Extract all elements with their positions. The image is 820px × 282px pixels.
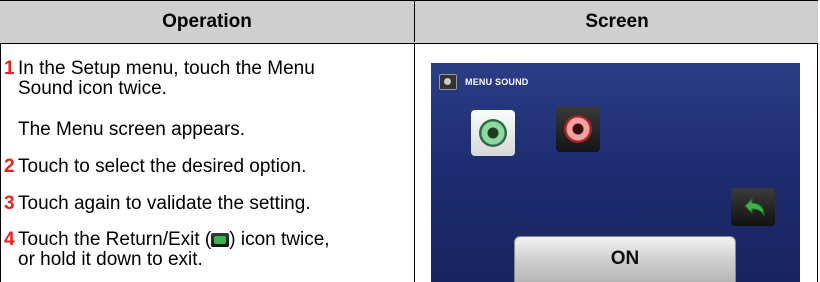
option-value-button[interactable]: ON xyxy=(514,236,736,282)
step-number: 4 xyxy=(4,229,15,250)
menu-sound-icon xyxy=(439,74,457,90)
step-text-part: ) icon twice, xyxy=(229,229,330,250)
step-text-line: The Menu screen appears. xyxy=(18,119,246,140)
step-3: 3 Touch again to validate the setting. xyxy=(4,193,403,214)
step-number: 2 xyxy=(4,156,15,177)
step-text-line: or hold it down to exit. xyxy=(18,249,203,270)
column-divider xyxy=(414,43,415,282)
step-note: The Menu screen appears. xyxy=(18,120,403,140)
speaker-on-icon[interactable] xyxy=(471,110,515,156)
step-text-line: Touch the Return/Exit ( ) icon twice, xyxy=(18,230,403,250)
header-screen: Screen xyxy=(585,11,649,32)
screen-header: MENU SOUND xyxy=(439,73,529,91)
step-text-line: Touch to select the desired option. xyxy=(18,156,307,177)
header-operation: Operation xyxy=(162,11,252,32)
left-border xyxy=(0,43,1,282)
step-1: 1 In the Setup menu, touch the Menu Soun… xyxy=(4,58,403,99)
step-4: 4 Touch the Return/Exit ( ) icon twice, o… xyxy=(4,230,403,270)
step-text-part: Touch the Return/Exit ( xyxy=(18,229,212,250)
step-number: 3 xyxy=(4,193,15,214)
instruction-table: Operation Screen 1 In the Setup menu, to… xyxy=(0,0,818,282)
step-text-line: Sound icon twice. xyxy=(18,78,167,99)
step-2: 2 Touch to select the desired option. xyxy=(4,156,403,177)
speaker-cone xyxy=(564,115,592,143)
step-text-line: Touch again to validate the setting. xyxy=(18,193,311,214)
step-number: 1 xyxy=(4,58,15,79)
screen-title: MENU SOUND xyxy=(465,77,529,87)
option-value-label: ON xyxy=(610,248,640,269)
speaker-cone xyxy=(479,119,507,147)
table-header: Operation Screen xyxy=(0,0,818,44)
step-text-line: In the Setup menu, touch the Menu xyxy=(18,58,315,79)
return-arrow-icon xyxy=(744,197,765,217)
speaker-off-icon[interactable] xyxy=(556,106,600,152)
right-border xyxy=(817,43,818,282)
return-exit-icon xyxy=(211,233,230,247)
return-exit-button[interactable] xyxy=(731,188,775,226)
header-divider xyxy=(414,0,415,42)
camera-screen: MENU SOUND ON xyxy=(431,63,800,282)
